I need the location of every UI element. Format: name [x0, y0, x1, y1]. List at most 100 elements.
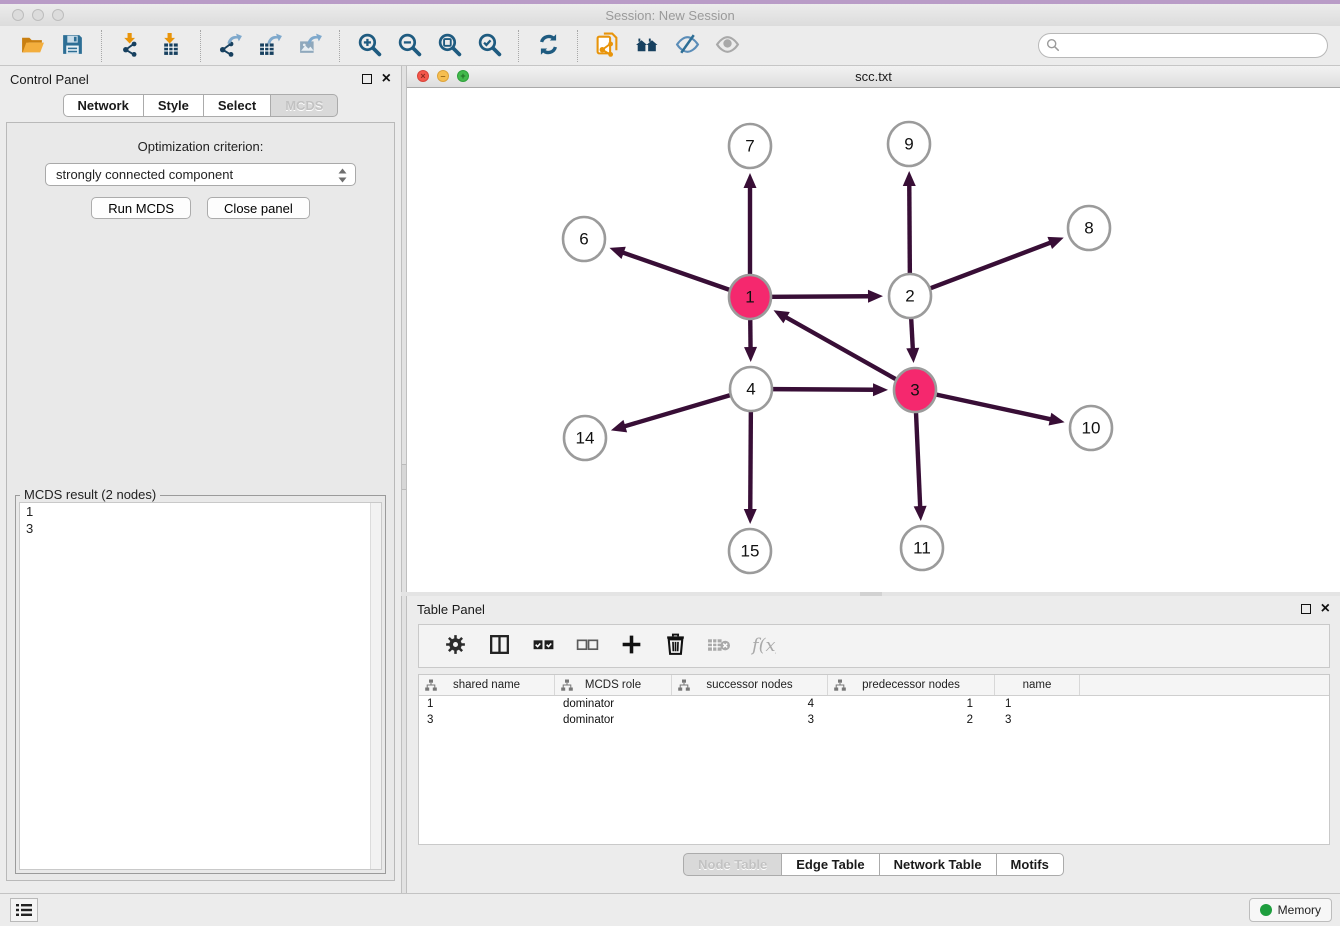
column-header-name[interactable]: name: [995, 675, 1080, 695]
table-panel-close-icon[interactable]: ×: [1321, 604, 1330, 614]
tab-mcds[interactable]: MCDS: [270, 94, 338, 117]
mcds-result-line: 1: [20, 503, 381, 520]
open-session-button[interactable]: [16, 30, 48, 62]
cell-shared-name[interactable]: 1: [419, 698, 555, 710]
column-layout-button[interactable]: [483, 630, 515, 662]
edge-1-7[interactable]: [744, 173, 757, 275]
cell-MCDS-role[interactable]: dominator: [555, 714, 672, 726]
task-history-button[interactable]: [10, 898, 38, 922]
table-panel-float-icon[interactable]: [1301, 604, 1311, 614]
edge-1-6[interactable]: [609, 247, 729, 290]
run-mcds-button[interactable]: Run MCDS: [91, 197, 191, 219]
export-network-button[interactable]: [214, 30, 246, 62]
network-maximize-button[interactable]: +: [457, 70, 469, 82]
cell-predecessor-nodes[interactable]: 1: [828, 698, 995, 710]
mcds-result-list[interactable]: 13: [19, 502, 382, 870]
node-11[interactable]: 11: [901, 526, 943, 570]
edge-3-1[interactable]: [774, 310, 896, 379]
column-header-successor-nodes[interactable]: successor nodes: [672, 675, 828, 695]
search-input[interactable]: [1038, 33, 1328, 58]
edge-2-9[interactable]: [903, 171, 916, 274]
node-1[interactable]: 1: [729, 275, 771, 319]
node-9[interactable]: 9: [888, 122, 930, 166]
node-10[interactable]: 10: [1070, 406, 1112, 450]
edge-3-10[interactable]: [937, 395, 1065, 426]
edge-2-8[interactable]: [931, 237, 1064, 288]
column-header-label: successor nodes: [706, 679, 792, 691]
node-3[interactable]: 3: [894, 368, 936, 412]
zoom-in-button[interactable]: [353, 30, 385, 62]
tab-select[interactable]: Select: [203, 94, 271, 117]
select-all-button[interactable]: [527, 630, 559, 662]
network-close-button[interactable]: ×: [417, 70, 429, 82]
result-scrollbar[interactable]: [370, 503, 381, 869]
cell-successor-nodes[interactable]: 3: [672, 714, 828, 726]
vertical-splitter-grip[interactable]: [402, 464, 406, 490]
close-window-button[interactable]: [12, 9, 24, 21]
edge-2-3[interactable]: [906, 318, 919, 363]
column-hierarchy-icon: [678, 679, 690, 692]
cell-predecessor-nodes[interactable]: 2: [828, 714, 995, 726]
edge-1-2[interactable]: [772, 290, 883, 303]
close-panel-button[interactable]: Close panel: [207, 197, 310, 219]
zoom-out-button[interactable]: [393, 30, 425, 62]
maximize-window-button[interactable]: [52, 9, 64, 21]
select-stepper-icon: [337, 168, 348, 183]
first-neighbors-button[interactable]: [631, 30, 663, 62]
create-column-button[interactable]: [615, 630, 647, 662]
table-settings-button[interactable]: [439, 630, 471, 662]
table-tab-network-table[interactable]: Network Table: [879, 853, 997, 876]
edge-3-11[interactable]: [914, 412, 927, 521]
delete-table-icon: [707, 632, 732, 660]
cell-name[interactable]: 3: [995, 714, 1080, 726]
zoom-fit-button[interactable]: [433, 30, 465, 62]
node-2[interactable]: 2: [889, 274, 931, 318]
column-header-shared-name[interactable]: shared name: [419, 675, 555, 695]
save-session-button[interactable]: [56, 30, 88, 62]
first-neighbors-icon: [635, 32, 660, 60]
edge-4-3[interactable]: [773, 383, 888, 396]
edge-1-4[interactable]: [744, 319, 757, 362]
column-header-predecessor-nodes[interactable]: predecessor nodes: [828, 675, 995, 695]
network-minimize-button[interactable]: –: [437, 70, 449, 82]
cell-shared-name[interactable]: 3: [419, 714, 555, 726]
node-14[interactable]: 14: [564, 416, 606, 460]
tab-style[interactable]: Style: [143, 94, 204, 117]
node-8[interactable]: 8: [1068, 206, 1110, 250]
table-row[interactable]: 3dominator323: [419, 712, 1329, 728]
import-table-button[interactable]: [155, 30, 187, 62]
zoom-selected-button[interactable]: [473, 30, 505, 62]
cell-MCDS-role[interactable]: dominator: [555, 698, 672, 710]
optimization-criterion-select[interactable]: strongly connected component: [45, 163, 356, 186]
node-7[interactable]: 7: [729, 124, 771, 168]
node-15[interactable]: 15: [729, 529, 771, 573]
node-6[interactable]: 6: [563, 217, 605, 261]
new-network-from-selection-button[interactable]: [591, 30, 623, 62]
delete-columns-button[interactable]: [659, 630, 691, 662]
edge-4-15[interactable]: [744, 411, 757, 524]
cell-successor-nodes[interactable]: 4: [672, 698, 828, 710]
control-panel-float-icon[interactable]: [362, 74, 372, 84]
network-canvas[interactable]: 7 9 6 8 1 2 4 3 14 10 15 11: [407, 88, 1340, 592]
import-network-button[interactable]: [115, 30, 147, 62]
export-table-button[interactable]: [254, 30, 286, 62]
node-4[interactable]: 4: [730, 367, 772, 411]
deselect-all-button[interactable]: [571, 630, 603, 662]
table-tab-node-table[interactable]: Node Table: [683, 853, 782, 876]
table-tab-edge-table[interactable]: Edge Table: [781, 853, 879, 876]
refresh-button[interactable]: [532, 30, 564, 62]
hide-selected-button[interactable]: [671, 30, 703, 62]
cell-name[interactable]: 1: [995, 698, 1080, 710]
export-image-button[interactable]: [294, 30, 326, 62]
column-header-MCDS-role[interactable]: MCDS role: [555, 675, 672, 695]
table-row[interactable]: 1dominator411: [419, 696, 1329, 712]
edge-4-14[interactable]: [611, 395, 730, 432]
memory-button[interactable]: Memory: [1249, 898, 1332, 922]
minimize-window-button[interactable]: [32, 9, 44, 21]
network-window-titlebar[interactable]: × – + scc.txt: [407, 66, 1340, 88]
control-panel-close-icon[interactable]: ×: [382, 74, 391, 84]
table-tab-motifs[interactable]: Motifs: [996, 853, 1064, 876]
show-all-button[interactable]: [711, 30, 743, 62]
network-graph[interactable]: 7 9 6 8 1 2 4 3 14 10 15 11: [407, 88, 1340, 592]
tab-network[interactable]: Network: [63, 94, 144, 117]
